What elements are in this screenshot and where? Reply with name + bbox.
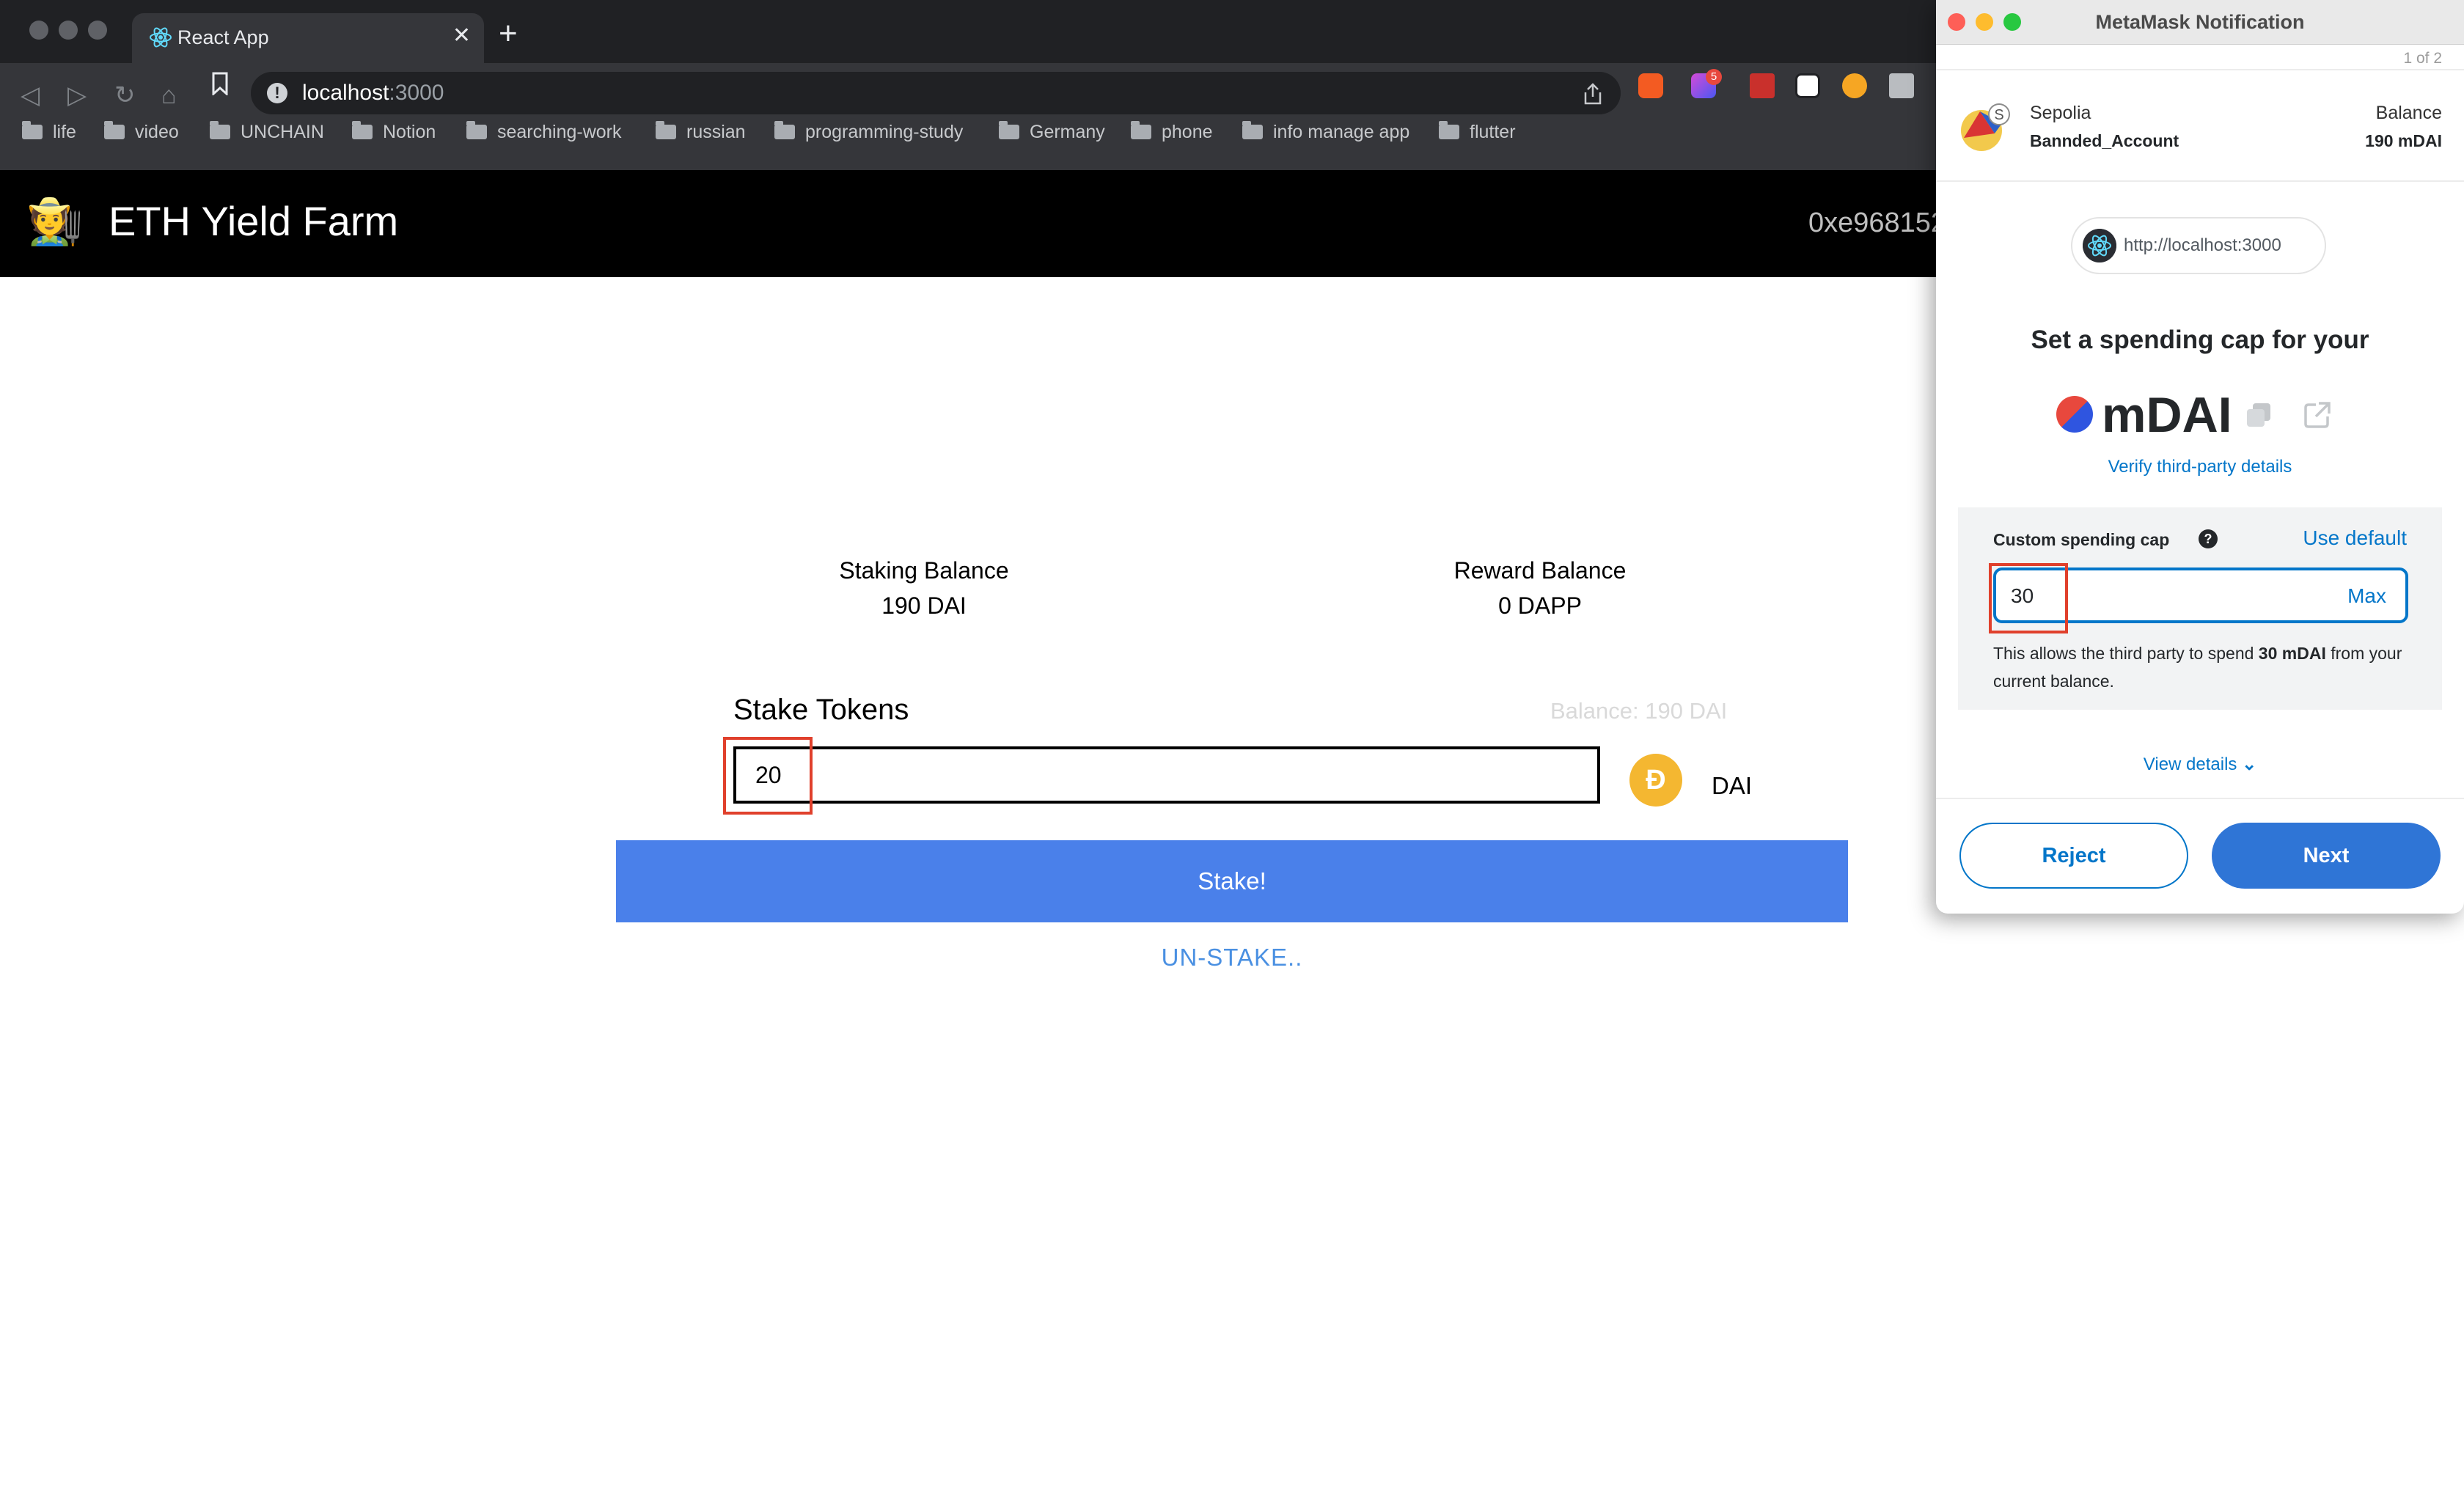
page-indicator: 1 of 2 xyxy=(2403,50,2442,67)
chevron-down-icon: ⌄ xyxy=(2242,754,2257,774)
window-minimize-light[interactable] xyxy=(59,21,78,40)
token-logo-icon xyxy=(2056,396,2093,433)
new-tab-button[interactable]: + xyxy=(499,18,518,50)
extension-gray-icon[interactable] xyxy=(1889,73,1914,98)
extension-red-book-icon[interactable] xyxy=(1750,73,1775,98)
copy-address-icon[interactable] xyxy=(2245,402,2272,428)
reward-balance-label: Reward Balance xyxy=(1453,557,1627,584)
dai-coin-icon: Đ xyxy=(1629,754,1682,807)
help-icon[interactable]: ? xyxy=(2199,529,2218,548)
folder-icon xyxy=(774,121,795,139)
bookmark-folder-unchain[interactable]: UNCHAIN xyxy=(210,117,324,147)
spending-cap-heading: Set a spending cap for your xyxy=(2031,326,2369,354)
metamask-titlebar: MetaMask Notification xyxy=(1936,0,2464,45)
extension-badge: 5 xyxy=(1706,69,1722,85)
origin-url: http://localhost:3000 xyxy=(2124,235,2281,255)
app-title: ETH Yield Farm xyxy=(109,198,399,244)
bookmark-folder-notion[interactable]: Notion xyxy=(352,117,436,147)
window-close-light[interactable] xyxy=(29,21,48,40)
max-button[interactable]: Max xyxy=(2347,583,2386,609)
bookmarks-bar: life video UNCHAIN Notion searching-work… xyxy=(0,114,1936,151)
tab-react-app[interactable]: React App ✕ xyxy=(132,13,484,63)
folder-icon xyxy=(656,121,676,139)
next-button[interactable]: Next xyxy=(2212,823,2441,889)
view-details-link[interactable]: View details ⌄ xyxy=(1936,752,2464,777)
bookmark-folder-video[interactable]: video xyxy=(104,117,179,147)
stake-tokens-label: Stake Tokens xyxy=(733,694,909,726)
balance-label: Balance xyxy=(2375,103,2442,123)
origin-pill: http://localhost:3000 xyxy=(2071,217,2326,274)
metamask-notification-window: MetaMask Notification 1 of 2 S Sepolia B… xyxy=(1936,0,2464,914)
spending-cap-highlight-box xyxy=(1989,563,2068,633)
stake-amount-input[interactable] xyxy=(733,746,1600,804)
balance-value: 190 mDAI xyxy=(2365,131,2442,150)
farmer-logo-icon: 🧑‍🌾 xyxy=(26,196,84,247)
bookmark-folder-life[interactable]: life xyxy=(22,117,76,147)
react-favicon-icon xyxy=(150,27,172,48)
bookmark-folder-programming-study[interactable]: programming-study xyxy=(774,117,963,147)
folder-icon xyxy=(210,121,230,139)
bookmark-folder-info-manage-app[interactable]: info manage app xyxy=(1242,117,1409,147)
use-default-link[interactable]: Use default xyxy=(2303,525,2407,551)
url-text: localhost:3000 xyxy=(302,81,444,105)
share-icon[interactable] xyxy=(1583,82,1603,106)
open-external-icon[interactable] xyxy=(2303,400,2332,430)
site-info-icon[interactable]: ! xyxy=(267,83,287,103)
token-symbol-label: DAI xyxy=(1712,772,1753,799)
folder-icon xyxy=(999,121,1019,139)
folder-icon xyxy=(22,121,43,139)
divider xyxy=(1936,180,2464,182)
home-icon[interactable]: ⌂ xyxy=(161,81,177,110)
stake-button[interactable]: Stake! xyxy=(616,840,1848,922)
divider xyxy=(1936,69,2464,70)
folder-icon xyxy=(466,121,487,139)
brave-shield-icon[interactable] xyxy=(1638,73,1663,98)
available-balance-hint: Balance: 190 DAI xyxy=(1550,698,1728,724)
spending-cap-description: This allows the third party to spend 30 … xyxy=(1993,644,2402,691)
back-icon[interactable]: ◁ xyxy=(21,81,40,110)
svg-text:S: S xyxy=(1994,107,2003,123)
folder-icon xyxy=(104,121,125,139)
bookmark-folder-russian[interactable]: russian xyxy=(656,117,746,147)
bookmark-folder-searching-work[interactable]: searching-work xyxy=(466,117,622,147)
bookmark-folder-germany[interactable]: Germany xyxy=(999,117,1105,147)
tab-close-icon[interactable]: ✕ xyxy=(452,23,471,48)
tab-title: React App xyxy=(177,26,269,48)
verify-third-party-link[interactable]: Verify third-party details xyxy=(1936,455,2464,480)
staking-balance-label: Staking Balance xyxy=(839,557,1009,584)
folder-icon xyxy=(352,121,373,139)
account-address: 0xe968152 xyxy=(1808,207,1947,238)
forward-icon[interactable]: ▷ xyxy=(67,81,87,110)
stake-input-highlight-box xyxy=(723,737,813,815)
folder-icon xyxy=(1242,121,1263,139)
metamask-window-title: MetaMask Notification xyxy=(2095,11,2305,33)
folder-icon xyxy=(1131,121,1151,139)
staking-balance-value: 190 DAI xyxy=(881,592,967,619)
extension-orange-icon[interactable] xyxy=(1842,73,1867,98)
account-avatar-icon: S xyxy=(1961,103,2010,151)
unstake-link[interactable]: UN-STAKE.. xyxy=(1085,941,1379,974)
window-zoom-light[interactable] xyxy=(88,21,107,40)
account-name: Bannded_Account xyxy=(2030,131,2179,150)
reload-icon[interactable]: ↻ xyxy=(114,81,136,110)
bookmark-folder-phone[interactable]: phone xyxy=(1131,117,1213,147)
bookmark-folder-flutter[interactable]: flutter xyxy=(1439,117,1516,147)
bookmark-icon[interactable] xyxy=(211,72,229,95)
react-site-icon xyxy=(2083,229,2116,262)
network-name: Sepolia xyxy=(2030,103,2091,123)
notion-extension-icon[interactable] xyxy=(1795,73,1820,98)
reward-balance-value: 0 DAPP xyxy=(1498,592,1582,619)
address-bar[interactable]: ! localhost:3000 xyxy=(251,72,1621,114)
divider xyxy=(1936,798,2464,799)
app-navbar: 🧑‍🌾 ETH Yield Farm 0xe968152 xyxy=(0,170,1946,277)
custom-spending-cap-label: Custom spending cap xyxy=(1993,530,2170,549)
token-name: mDAI xyxy=(2102,387,2232,443)
reject-button[interactable]: Reject xyxy=(1959,823,2188,889)
folder-icon xyxy=(1439,121,1459,139)
